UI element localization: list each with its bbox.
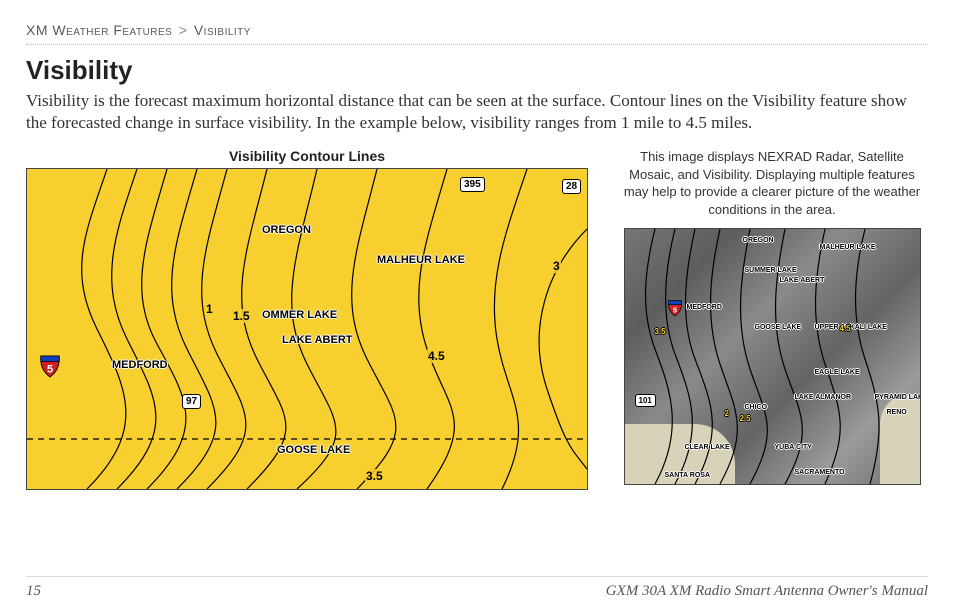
label-lake-abert: LAKE ABERT xyxy=(780,277,825,284)
label-clear-lake: CLEAR LAKE xyxy=(685,444,730,451)
contour-3-5: 3.5 xyxy=(655,327,666,336)
interstate-5-shield-icon: 5 xyxy=(667,299,683,317)
left-figure: Visibility Contour Lines xyxy=(26,148,588,490)
contour-lines-icon xyxy=(625,229,920,484)
contour-3-5: 3.5 xyxy=(365,469,384,483)
page-number: 15 xyxy=(26,583,41,600)
contour-1-5: 1.5 xyxy=(232,309,251,323)
label-oregon: OREGON xyxy=(743,237,774,244)
svg-text:5: 5 xyxy=(672,306,676,315)
label-lake-almanor: LAKE ALMANOR xyxy=(795,394,852,401)
body-paragraph: Visibility is the forecast maximum horiz… xyxy=(26,90,928,134)
label-chico: CHICO xyxy=(745,404,768,411)
label-summer-lake: SUMMER LAKE xyxy=(745,267,797,274)
label-summer-lake: OMMER LAKE xyxy=(262,309,337,321)
contour-4-5: 4.5 xyxy=(427,349,446,363)
label-goose-lake: GOOSE LAKE xyxy=(277,444,350,456)
visibility-contour-map: 395 28 97 5 OREGON MALHEUR LAKE OMMER LA… xyxy=(26,168,588,490)
right-figure: This image displays NEXRAD Radar, Satell… xyxy=(616,148,928,490)
divider-dotted xyxy=(26,44,928,45)
svg-text:5: 5 xyxy=(47,364,53,376)
contour-4-5: 4.5 xyxy=(840,324,851,333)
label-upper-alkali: UPPER ALKALI LAKE xyxy=(815,324,887,331)
highway-395-sign: 395 xyxy=(460,177,485,192)
breadcrumb: XM Weather Features > Visibility xyxy=(26,22,928,42)
route-101-sign: 101 xyxy=(635,394,656,407)
manual-title: GXM 30A XM Radio Smart Antenna Owner's M… xyxy=(606,583,928,600)
breadcrumb-section: XM Weather Features xyxy=(26,22,172,38)
label-santa-rosa: SANTA ROSA xyxy=(665,472,711,479)
left-figure-title: Visibility Contour Lines xyxy=(26,148,588,164)
label-sacramento: SACRAMENTO xyxy=(795,469,845,476)
label-pyramid-lake: PYRAMID LAKE xyxy=(875,394,921,401)
label-yuba-city: YUBA CITY xyxy=(775,444,812,451)
route-28-sign: 28 xyxy=(562,179,581,194)
route-97-sign: 97 xyxy=(182,394,201,409)
manual-page: XM Weather Features > Visibility Visibil… xyxy=(0,0,954,614)
label-goose-lake: GOOSE LAKE xyxy=(755,324,802,331)
interstate-5-shield-icon: 5 xyxy=(39,354,61,378)
label-eagle-lake: EAGLE LAKE xyxy=(815,369,860,376)
contour-3: 3 xyxy=(552,259,561,273)
page-footer: 15 GXM 30A XM Radio Smart Antenna Owner'… xyxy=(26,576,928,600)
label-malheur-lake: MALHEUR LAKE xyxy=(377,254,465,266)
page-title: Visibility xyxy=(26,55,928,86)
right-figure-caption: This image displays NEXRAD Radar, Satell… xyxy=(616,148,928,218)
contour-2: 2 xyxy=(725,409,729,418)
figure-row: Visibility Contour Lines xyxy=(26,148,928,490)
contour-2-5: 2.5 xyxy=(740,414,751,423)
land-patch xyxy=(625,424,735,484)
land-patch xyxy=(880,394,920,484)
label-medford: MEDFORD xyxy=(112,359,168,371)
breadcrumb-page: Visibility xyxy=(194,22,251,38)
label-oregon: OREGON xyxy=(262,224,311,236)
contour-1: 1 xyxy=(205,302,214,316)
label-malheur-lake: MALHEUR LAKE xyxy=(820,244,876,251)
label-medford: MEDFORD xyxy=(687,304,722,311)
label-reno: RENO xyxy=(887,409,907,416)
combined-weather-map: 5 101 OREGON MALHEUR LAKE SUMMER LAKE LA… xyxy=(624,228,921,485)
breadcrumb-separator: > xyxy=(179,22,188,38)
contour-lines-icon xyxy=(27,169,587,489)
label-lake-abert: LAKE ABERT xyxy=(282,334,352,346)
